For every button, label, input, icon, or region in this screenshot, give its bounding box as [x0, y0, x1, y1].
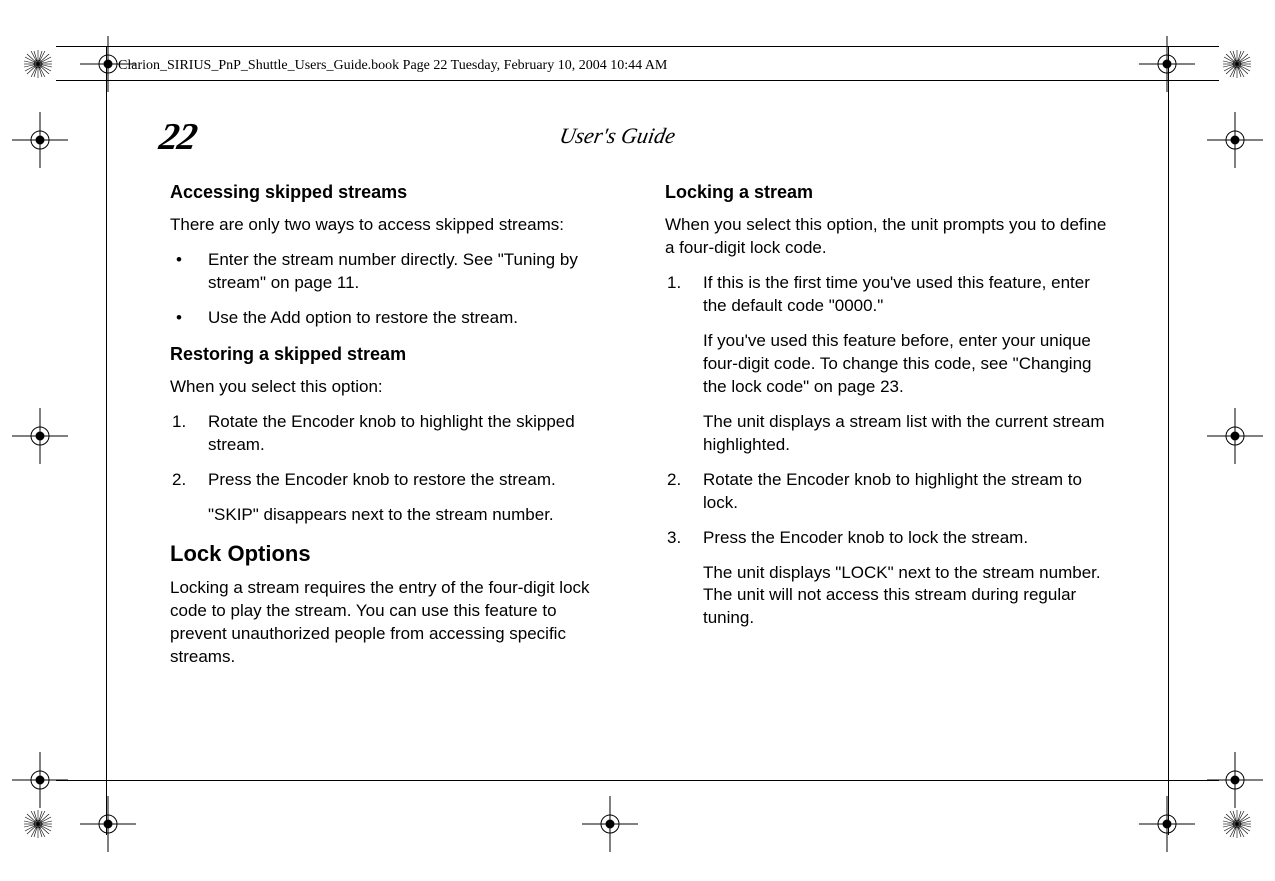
- step-text: If this is the first time you've used th…: [703, 273, 1090, 315]
- body: Accessing skipped streams There are only…: [170, 180, 1110, 680]
- right-column: Locking a stream When you select this op…: [665, 180, 1110, 680]
- step-text: Rotate the Encoder knob to highlight the…: [208, 412, 575, 454]
- bullet-item: Enter the stream number directly. See "T…: [170, 249, 615, 295]
- bullet-list: Enter the stream number directly. See "T…: [170, 249, 615, 330]
- step-text: Press the Encoder knob to restore the st…: [208, 470, 556, 489]
- step-item: Press the Encoder knob to lock the strea…: [665, 527, 1110, 631]
- para: When you select this option:: [170, 376, 615, 399]
- heading-restoring-skipped: Restoring a skipped stream: [170, 342, 615, 366]
- step-item: Rotate the Encoder knob to highlight the…: [170, 411, 615, 457]
- registration-mark-icon: [1207, 112, 1263, 168]
- registration-mark-icon: [80, 796, 136, 852]
- step-list: Rotate the Encoder knob to highlight the…: [170, 411, 615, 527]
- registration-mark-icon: [1139, 36, 1195, 92]
- step-item: Rotate the Encoder knob to highlight the…: [665, 469, 1110, 515]
- heading-locking-stream: Locking a stream: [665, 180, 1110, 204]
- sunburst-icon: [24, 810, 52, 838]
- rule: [106, 46, 107, 835]
- rule: [56, 80, 1219, 81]
- registration-mark-icon: [1207, 752, 1263, 808]
- registration-mark-icon: [12, 112, 68, 168]
- rule: [56, 780, 1219, 781]
- step-note: If you've used this feature before, ente…: [703, 330, 1110, 399]
- step-note: The unit displays "LOCK" next to the str…: [703, 562, 1110, 631]
- doc-header: Clarion_SIRIUS_PnP_Shuttle_Users_Guide.b…: [118, 58, 667, 74]
- step-note: "SKIP" disappears next to the stream num…: [208, 504, 615, 527]
- sunburst-icon: [24, 50, 52, 78]
- para: There are only two ways to access skippe…: [170, 214, 615, 237]
- rule: [56, 46, 1219, 47]
- running-head-title: User's Guide: [158, 123, 1078, 149]
- registration-mark-icon: [12, 408, 68, 464]
- rule: [1168, 46, 1169, 835]
- step-text: Rotate the Encoder knob to highlight the…: [703, 470, 1082, 512]
- registration-mark-icon: [12, 752, 68, 808]
- step-note: The unit displays a stream list with the…: [703, 411, 1110, 457]
- left-column: Accessing skipped streams There are only…: [170, 180, 615, 680]
- sunburst-icon: [1223, 810, 1251, 838]
- running-head: 22 User's Guide: [160, 123, 1075, 163]
- registration-mark-icon: [1207, 408, 1263, 464]
- step-item: If this is the first time you've used th…: [665, 272, 1110, 457]
- bullet-item: Use the Add option to restore the stream…: [170, 307, 615, 330]
- step-item: Press the Encoder knob to restore the st…: [170, 469, 615, 527]
- para: When you select this option, the unit pr…: [665, 214, 1110, 260]
- para: Locking a stream requires the entry of t…: [170, 577, 615, 669]
- step-text: Press the Encoder knob to lock the strea…: [703, 528, 1028, 547]
- page: Clarion_SIRIUS_PnP_Shuttle_Users_Guide.b…: [0, 0, 1275, 881]
- step-list: If this is the first time you've used th…: [665, 272, 1110, 630]
- registration-mark-icon: [1139, 796, 1195, 852]
- registration-mark-icon: [582, 796, 638, 852]
- heading-accessing-skipped: Accessing skipped streams: [170, 180, 615, 204]
- sunburst-icon: [1223, 50, 1251, 78]
- heading-lock-options: Lock Options: [170, 539, 615, 569]
